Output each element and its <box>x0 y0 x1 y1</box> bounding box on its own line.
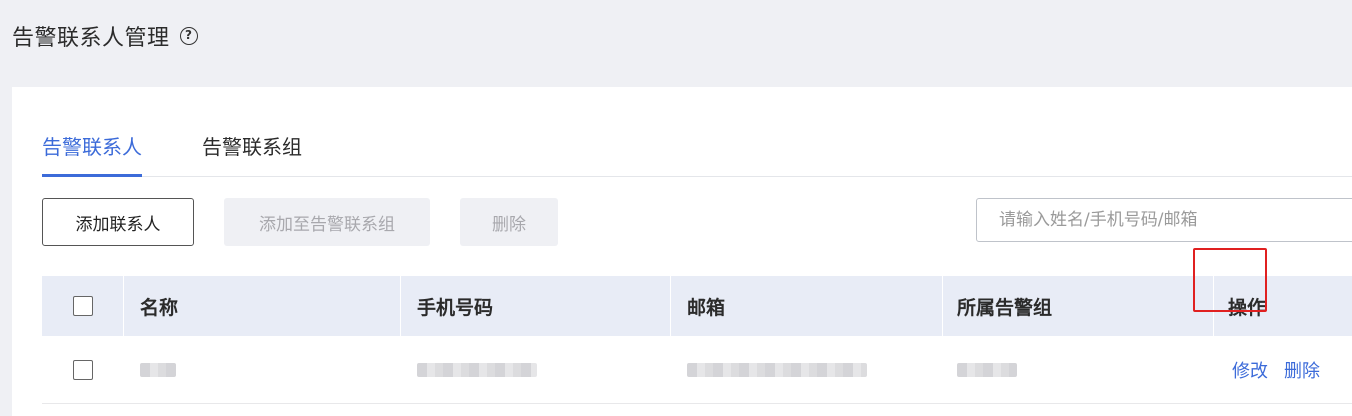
page-header: 告警联系人管理 ? <box>12 18 198 54</box>
cell-email <box>671 336 943 403</box>
toolbar: 添加联系人 添加至告警联系组 删除 <box>42 198 1352 246</box>
redacted-email <box>687 362 867 377</box>
cell-ops: 修改 删除 <box>1214 336 1352 403</box>
cell-name <box>124 336 401 403</box>
select-all-cell <box>42 276 124 336</box>
select-all-checkbox[interactable] <box>72 296 93 316</box>
delete-link[interactable]: 删除 <box>1284 357 1320 383</box>
redacted-group <box>957 362 1017 377</box>
row-checkbox[interactable] <box>73 359 93 380</box>
header-email: 邮箱 <box>671 276 943 336</box>
redacted-name <box>140 362 176 377</box>
content-card: 告警联系人 告警联系组 添加联系人 添加至告警联系组 删除 名称 手机号码 邮箱… <box>12 87 1352 416</box>
redacted-phone <box>417 362 537 377</box>
cell-group <box>943 336 1214 403</box>
header-name: 名称 <box>124 276 401 336</box>
row-select-cell <box>42 336 124 403</box>
tab-alarm-contact-groups[interactable]: 告警联系组 <box>202 127 302 177</box>
add-to-group-button[interactable]: 添加至告警联系组 <box>224 198 430 246</box>
contacts-table: 名称 手机号码 邮箱 所属告警组 操作 修改 删除 <box>42 276 1352 404</box>
edit-highlight-box <box>1193 248 1267 312</box>
tab-alarm-contacts[interactable]: 告警联系人 <box>42 127 142 177</box>
table-row: 修改 删除 <box>42 336 1352 404</box>
header-phone: 手机号码 <box>401 276 671 336</box>
help-icon[interactable]: ? <box>179 27 198 45</box>
table-header: 名称 手机号码 邮箱 所属告警组 操作 <box>42 276 1352 336</box>
add-contact-button[interactable]: 添加联系人 <box>42 198 194 246</box>
edit-link[interactable]: 修改 <box>1232 357 1268 383</box>
delete-button[interactable]: 删除 <box>460 198 558 246</box>
cell-phone <box>401 336 671 403</box>
header-group: 所属告警组 <box>943 276 1214 336</box>
tab-bar: 告警联系人 告警联系组 <box>42 127 1352 177</box>
search-input[interactable] <box>976 198 1352 242</box>
page-title: 告警联系人管理 <box>12 26 170 51</box>
